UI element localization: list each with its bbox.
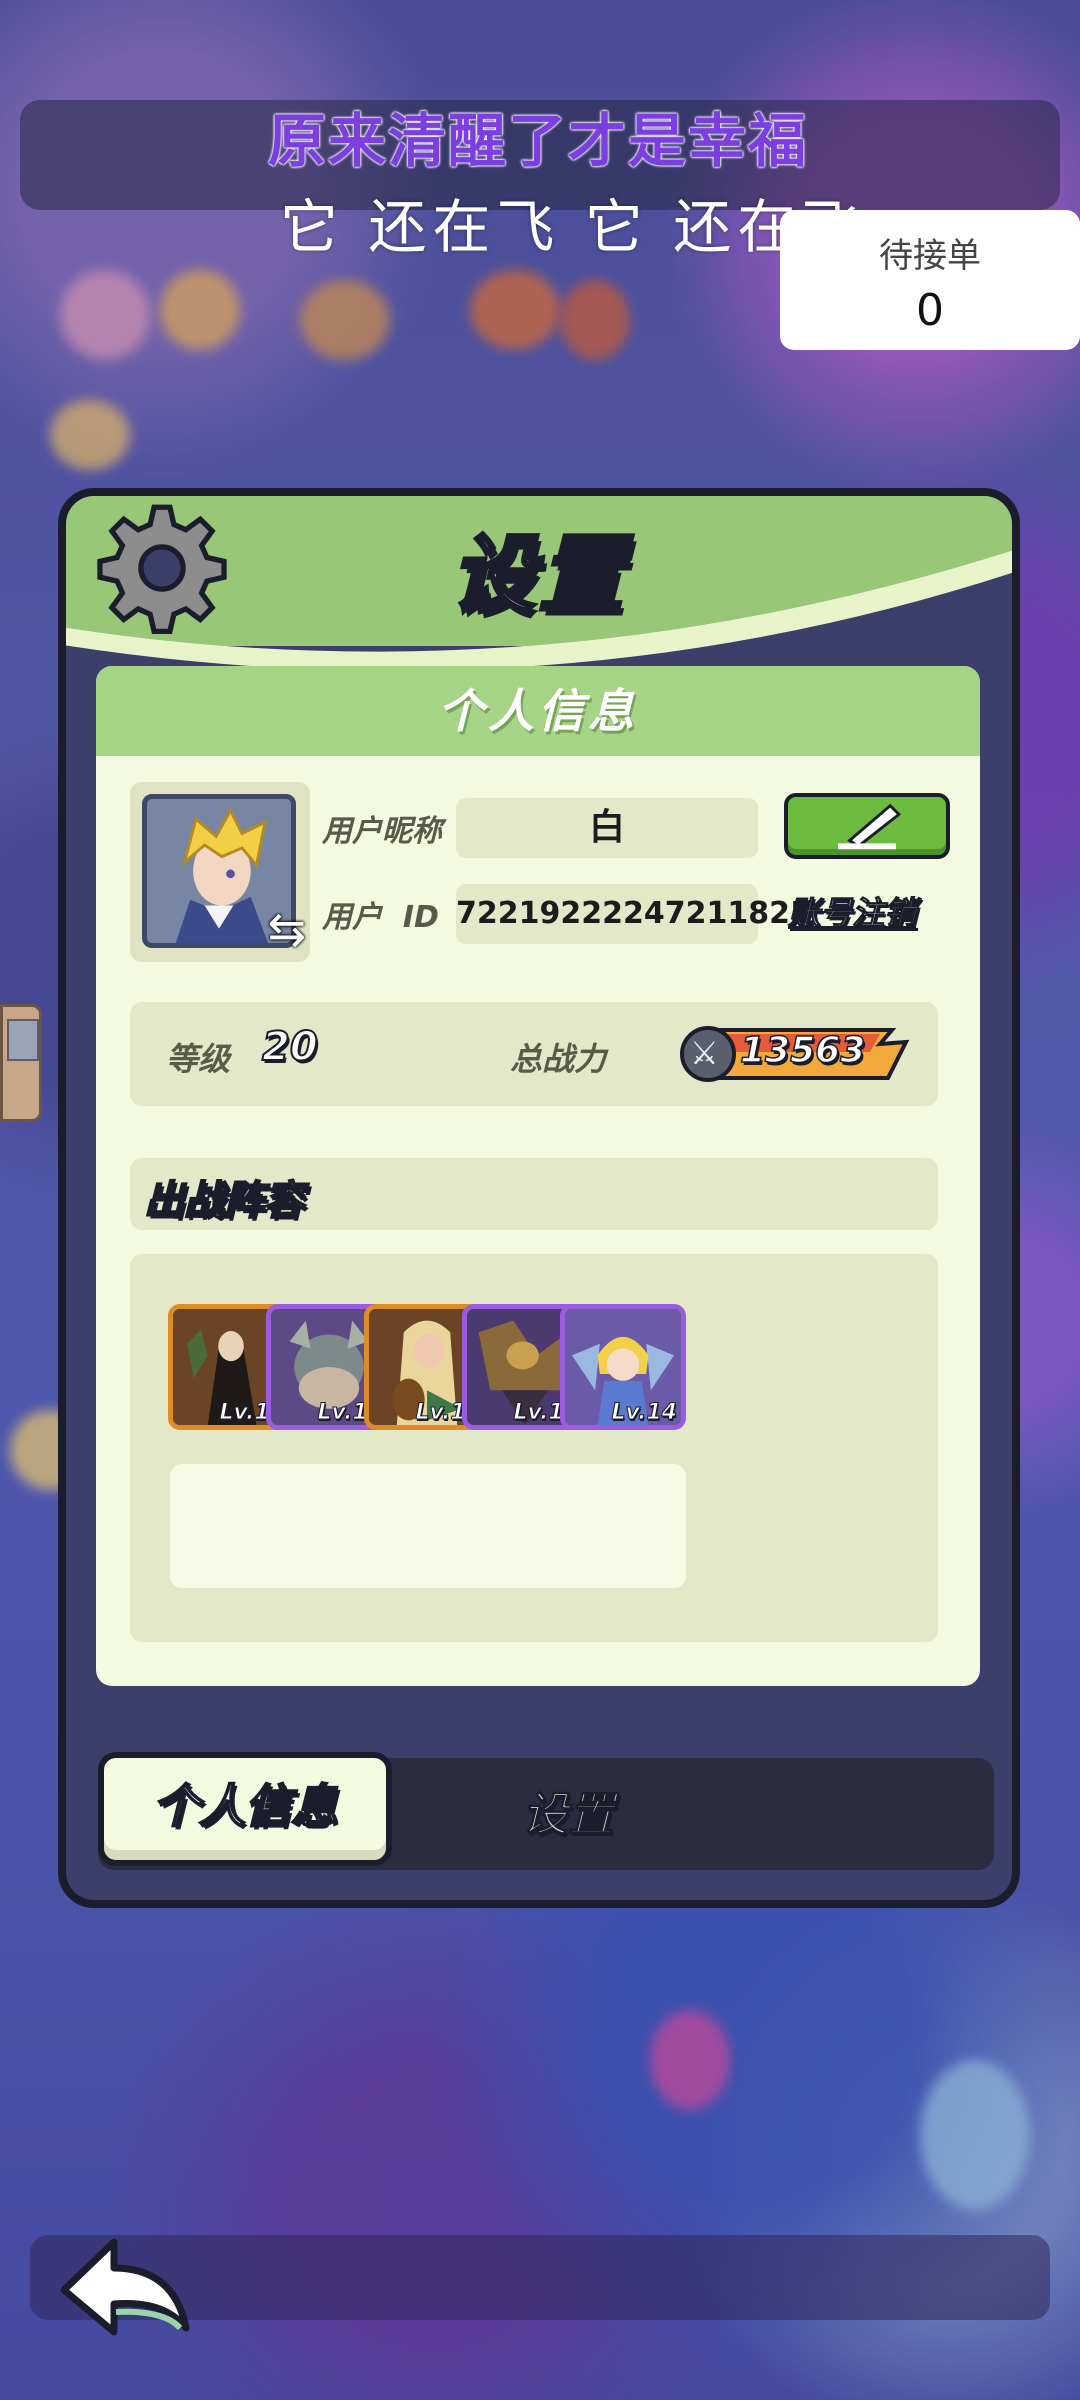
- side-device-icon[interactable]: [0, 1004, 42, 1122]
- dialog-title: 设置: [449, 524, 627, 626]
- pencil-icon: [838, 803, 902, 850]
- stats-row: 等级 20 总战力 ⚔ 13563: [130, 1002, 938, 1106]
- section-title: 个人信息: [96, 666, 980, 756]
- background-blob: [60, 270, 150, 360]
- hero-level: Lv.14: [611, 1400, 678, 1426]
- power-badge: ⚔ 13563: [680, 1024, 912, 1084]
- user-id-label: 用户 ID: [322, 900, 439, 935]
- back-arrow-icon[interactable]: [56, 2232, 196, 2342]
- personal-info-panel: 个人信息 ⇆ 用户昵称 白 用户 ID 72219222247211825 账号…: [96, 666, 980, 1686]
- empty-hero-slot[interactable]: [562, 1464, 686, 1588]
- background-blob: [300, 280, 390, 360]
- background-blob: [470, 270, 560, 350]
- tab-personal-info[interactable]: 个人信息: [98, 1752, 392, 1866]
- power-value: 13563: [739, 1029, 866, 1072]
- lineup-header: 出战阵容: [130, 1158, 938, 1230]
- background-blob: [650, 2010, 730, 2110]
- level-value: 20: [261, 1023, 319, 1071]
- level-label: 等级: [166, 1040, 231, 1078]
- swap-icon[interactable]: ⇆: [267, 902, 306, 956]
- power-label: 总战力: [510, 1040, 607, 1078]
- lyric-line-next: 它 还在飞 它 还在飞: [280, 193, 866, 261]
- edit-nickname-button[interactable]: [784, 793, 950, 859]
- lyric-line-current: 原来清醒了才是幸福: [268, 107, 809, 175]
- background-blob: [160, 270, 240, 350]
- pending-orders-label: 待接单: [879, 236, 981, 276]
- nickname-field: 白: [456, 798, 758, 858]
- lineup-title: 出战阵容: [143, 1177, 305, 1225]
- pending-orders-count: 0: [916, 285, 944, 336]
- user-id-field: 72219222247211825: [456, 884, 811, 944]
- pending-orders-box[interactable]: 待接单 0: [780, 210, 1080, 350]
- deregister-account-link[interactable]: 账号注销: [787, 888, 916, 934]
- lineup-panel: Lv.10 Lv.12 Lv.10 Lv.16 Lv.14: [130, 1254, 938, 1642]
- background-blob: [920, 2060, 1030, 2210]
- dialog-header: 设置: [66, 496, 1012, 736]
- avatar-frame[interactable]: ⇆: [130, 782, 310, 962]
- nickname-label: 用户昵称: [322, 814, 442, 849]
- tab-settings[interactable]: 设置: [448, 1758, 688, 1870]
- crossed-swords-icon: ⚔: [690, 1034, 719, 1072]
- hero-slot[interactable]: Lv.14: [560, 1304, 686, 1430]
- settings-dialog: 设置 个人信息 ⇆ 用户昵称 白 用户 ID 72219222247211825…: [58, 488, 1020, 1908]
- background-blob: [50, 400, 130, 470]
- background-blob: [560, 280, 630, 360]
- tab-bar: 个人信息 设置: [98, 1752, 994, 1870]
